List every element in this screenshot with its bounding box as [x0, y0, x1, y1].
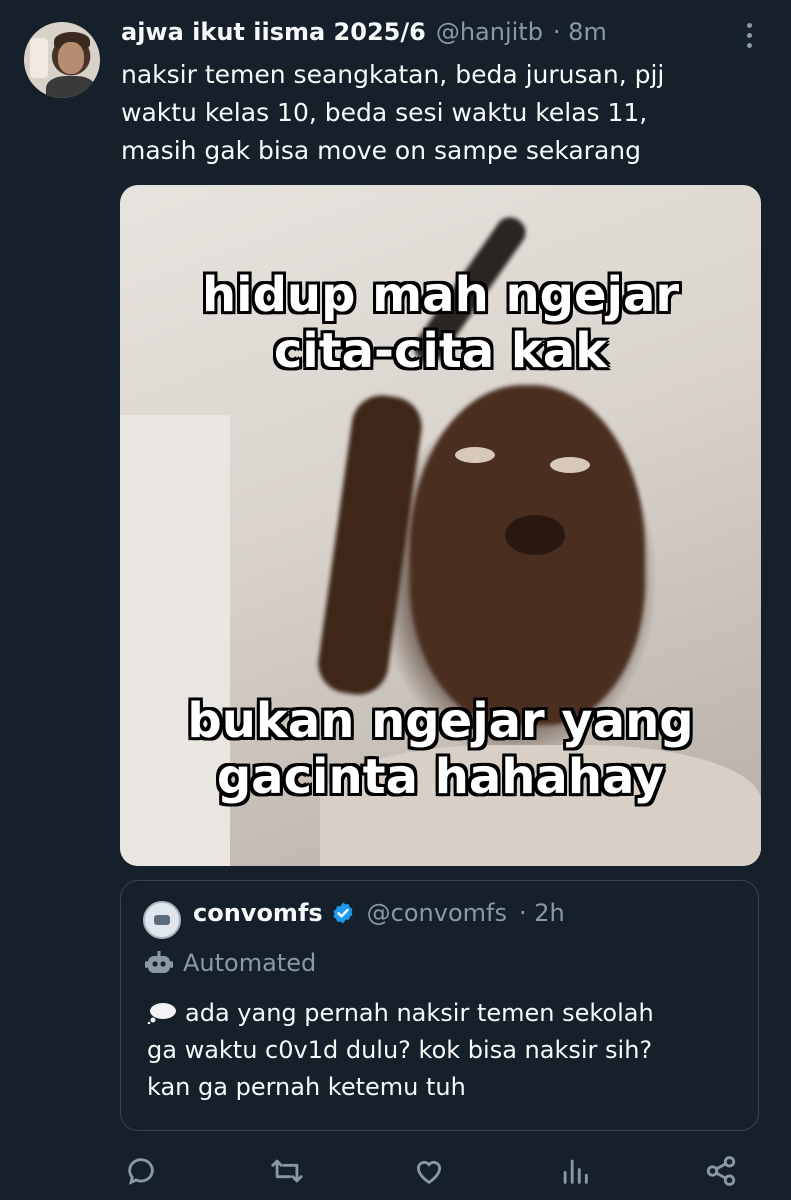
author-handle[interactable]: @hanjitb — [436, 18, 543, 46]
reply-icon[interactable] — [124, 1154, 158, 1188]
bot-icon — [145, 951, 173, 973]
quoted-tweet[interactable]: convomfs @convomfs · 2h Automated ada ya… — [120, 880, 759, 1131]
quoted-author-handle: @convomfs — [366, 899, 507, 927]
tweet-header: ajwa ikut iisma 2025/6 @hanjitb · 8m — [121, 18, 731, 54]
quoted-author-avatar — [143, 901, 181, 939]
retweet-icon[interactable] — [270, 1154, 304, 1188]
more-options-icon[interactable] — [737, 20, 761, 50]
views-icon[interactable] — [558, 1154, 592, 1188]
automated-label-text: Automated — [183, 949, 317, 977]
quoted-author-name: convomfs — [193, 899, 323, 927]
tweet-actions — [120, 1150, 750, 1190]
verified-badge-icon — [333, 902, 353, 924]
author-avatar[interactable] — [24, 22, 100, 98]
share-icon[interactable] — [704, 1154, 738, 1188]
quoted-tweet-time: · 2h — [518, 899, 565, 927]
author-name[interactable]: ajwa ikut iisma 2025/6 — [121, 18, 426, 46]
meme-caption-top: hidup mah ngejar cita-cita kak — [201, 267, 680, 379]
quoted-tweet-text-content: ada yang pernah naksir temen sekolah ga … — [147, 999, 654, 1101]
thought-balloon-icon — [147, 1003, 176, 1024]
quoted-tweet-text: ada yang pernah naksir temen sekolah ga … — [147, 995, 747, 1106]
like-icon[interactable] — [412, 1154, 446, 1188]
automated-label: Automated — [145, 949, 316, 977]
tweet-time[interactable]: · 8m — [553, 18, 607, 46]
meme-caption-bottom: bukan ngejar yang gacinta hahahay — [187, 693, 694, 805]
tweet-text: naksir temen seangkatan, beda jurusan, p… — [121, 60, 665, 165]
tweet-media-image[interactable]: hidup mah ngejar cita-cita kak bukan nge… — [120, 185, 761, 866]
